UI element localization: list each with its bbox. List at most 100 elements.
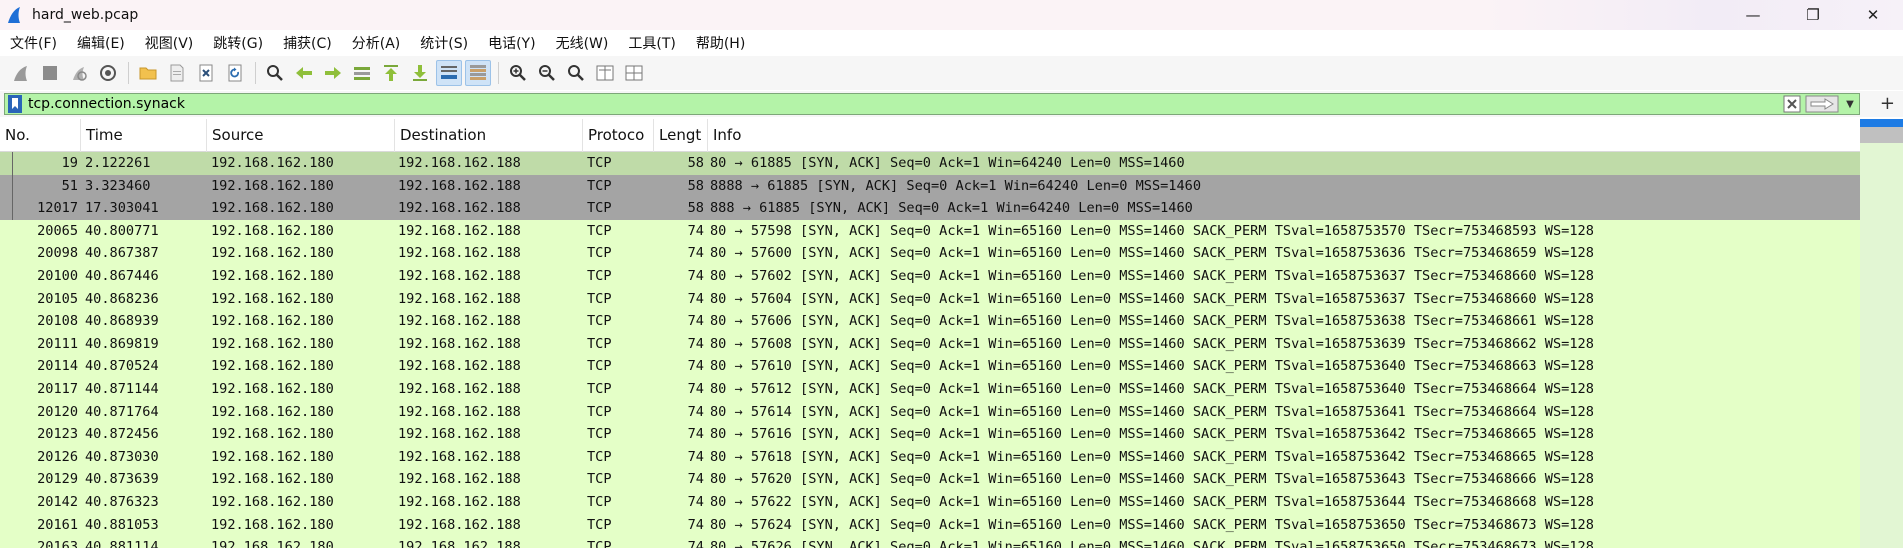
packet-no: 12017 bbox=[37, 200, 78, 217]
column-header-time[interactable]: Time bbox=[81, 119, 207, 152]
layout-button[interactable] bbox=[621, 60, 647, 86]
menu-capture[interactable]: 捕获(C) bbox=[273, 33, 342, 53]
menu-edit[interactable]: 编辑(E) bbox=[67, 33, 135, 53]
packet-info: 80 → 57600 [SYN, ACK] Seq=0 Ack=1 Win=65… bbox=[710, 245, 1594, 262]
reload-file-button[interactable] bbox=[222, 60, 248, 86]
packet-time: 40.868236 bbox=[85, 290, 159, 307]
packet-list-scrollbar[interactable] bbox=[1860, 119, 1903, 548]
packet-time: 40.867446 bbox=[85, 267, 159, 284]
bookmark-icon[interactable] bbox=[8, 95, 22, 113]
packet-row[interactable]: 20163 40.881114 192.168.162.180 192.168.162… bbox=[0, 536, 1860, 548]
apply-filter-arrow-icon[interactable] bbox=[1805, 95, 1839, 113]
resize-columns-button[interactable] bbox=[592, 60, 618, 86]
packet-protocol: TCP bbox=[587, 313, 612, 330]
packet-no: 20129 bbox=[37, 471, 78, 488]
menu-view[interactable]: 视图(V) bbox=[135, 33, 204, 53]
menu-go[interactable]: 跳转(G) bbox=[203, 33, 273, 53]
packet-source: 192.168.162.180 bbox=[211, 471, 334, 488]
column-header-destination[interactable]: Destination bbox=[395, 119, 583, 152]
packet-destination: 192.168.162.188 bbox=[398, 358, 521, 375]
file-icon bbox=[170, 64, 184, 82]
packet-time: 2.122261 bbox=[85, 155, 151, 171]
packet-row[interactable]: 20129 40.873639 192.168.162.180 192.168.162… bbox=[0, 468, 1860, 491]
packet-row[interactable]: 20108 40.868939 192.168.162.180 192.168.162… bbox=[0, 310, 1860, 333]
go-back-icon bbox=[296, 67, 312, 79]
add-filter-button[interactable]: + bbox=[1880, 93, 1895, 115]
display-filter-input[interactable] bbox=[28, 94, 1783, 114]
last-packet-button[interactable] bbox=[407, 60, 433, 86]
packet-row[interactable]: 20161 40.881053 192.168.162.180 192.168.162… bbox=[0, 513, 1860, 537]
packet-source: 192.168.162.180 bbox=[211, 222, 334, 239]
maximize-button[interactable]: ❐ bbox=[1783, 0, 1843, 30]
packet-row[interactable]: 20114 40.870524 192.168.162.180 192.168.162… bbox=[0, 355, 1860, 378]
packet-source: 192.168.162.180 bbox=[211, 358, 334, 375]
stop-capture-button[interactable] bbox=[37, 60, 63, 86]
packet-time: 40.870524 bbox=[85, 358, 159, 375]
menu-help[interactable]: 帮助(H) bbox=[686, 33, 755, 53]
packet-row[interactable]: 20117 40.871144 192.168.162.180 192.168.162… bbox=[0, 377, 1860, 401]
colorize-toggle[interactable] bbox=[465, 60, 491, 86]
zoom-reset-button[interactable] bbox=[563, 60, 589, 86]
packet-protocol: TCP bbox=[587, 539, 612, 548]
go-forward-button[interactable] bbox=[320, 60, 346, 86]
restart-capture-button[interactable] bbox=[66, 60, 92, 86]
column-header-no[interactable]: No. bbox=[0, 119, 81, 152]
packet-destination: 192.168.162.188 bbox=[398, 155, 521, 171]
packet-row[interactable]: 20098 40.867387 192.168.162.180 192.168.162… bbox=[0, 242, 1860, 265]
open-file-button[interactable] bbox=[135, 60, 161, 86]
menu-statistics[interactable]: 统计(S) bbox=[410, 33, 478, 53]
packet-row[interactable]: 20120 40.871764 192.168.162.180 192.168.162… bbox=[0, 400, 1860, 424]
zoom-out-button[interactable] bbox=[534, 60, 560, 86]
packet-time: 40.800771 bbox=[85, 222, 159, 239]
packet-info: 80 → 57622 [SYN, ACK] Seq=0 Ack=1 Win=65… bbox=[710, 493, 1594, 510]
go-to-packet-button[interactable] bbox=[349, 60, 375, 86]
minimize-button[interactable]: — bbox=[1723, 0, 1783, 30]
save-file-button[interactable] bbox=[164, 60, 190, 86]
packet-row[interactable]: 20142 40.876323 192.168.162.180 192.168.162… bbox=[0, 490, 1860, 514]
packet-source: 192.168.162.180 bbox=[211, 380, 334, 397]
capture-options-button[interactable] bbox=[95, 60, 121, 86]
packet-row[interactable]: 20111 40.869819 192.168.162.180 192.168.162… bbox=[0, 332, 1860, 356]
close-window-button[interactable]: ✕ bbox=[1843, 0, 1903, 30]
find-packet-button[interactable] bbox=[262, 60, 288, 86]
packet-source: 192.168.162.180 bbox=[211, 313, 334, 330]
packet-protocol: TCP bbox=[587, 155, 612, 171]
packet-row[interactable]: 12017 17.303041 192.168.162.180 192.168.162… bbox=[0, 197, 1860, 220]
packet-row[interactable]: 20065 40.800771 192.168.162.180 192.168.162… bbox=[0, 219, 1860, 243]
packet-row[interactable]: 51 3.323460 192.168.162.180 192.168.162.188… bbox=[0, 174, 1860, 198]
menu-wireless[interactable]: 无线(W) bbox=[546, 33, 619, 53]
packet-length: 74 bbox=[687, 471, 704, 488]
packet-row[interactable]: 20126 40.873030 192.168.162.180 192.168.162… bbox=[0, 445, 1860, 469]
packet-time: 40.881114 bbox=[85, 539, 159, 548]
packet-source: 192.168.162.180 bbox=[211, 290, 334, 307]
menu-analyze[interactable]: 分析(A) bbox=[342, 33, 411, 53]
start-capture-button[interactable] bbox=[8, 60, 34, 86]
packet-row[interactable]: 19 2.122261 192.168.162.180 192.168.162.188… bbox=[0, 152, 1860, 175]
column-header-protocol[interactable]: Protoco bbox=[583, 119, 654, 152]
packet-list[interactable]: No. Time Source Destination Protoco Leng… bbox=[0, 119, 1903, 548]
close-file-button[interactable] bbox=[193, 60, 219, 86]
packet-protocol: TCP bbox=[587, 267, 612, 284]
packet-protocol: TCP bbox=[587, 290, 612, 307]
packet-info: 80 → 57606 [SYN, ACK] Seq=0 Ack=1 Win=65… bbox=[710, 313, 1594, 330]
clear-filter-icon[interactable] bbox=[1783, 95, 1801, 113]
chevron-down-icon[interactable]: ▼ bbox=[1843, 95, 1857, 113]
autoscroll-toggle[interactable] bbox=[436, 60, 462, 86]
column-header-info[interactable]: Info bbox=[708, 119, 1860, 152]
packet-row[interactable]: 20105 40.868236 192.168.162.180 192.168.162… bbox=[0, 287, 1860, 311]
column-header-source[interactable]: Source bbox=[207, 119, 395, 152]
packet-no: 20114 bbox=[37, 358, 78, 375]
packet-row[interactable]: 20123 40.872456 192.168.162.180 192.168.162… bbox=[0, 423, 1860, 446]
packet-source: 192.168.162.180 bbox=[211, 539, 334, 548]
menu-telephony[interactable]: 电话(Y) bbox=[478, 33, 545, 53]
wireshark-fin-icon bbox=[8, 7, 20, 23]
first-packet-button[interactable] bbox=[378, 60, 404, 86]
packet-time: 40.881053 bbox=[85, 516, 159, 533]
zoom-in-button[interactable] bbox=[505, 60, 531, 86]
packet-length: 74 bbox=[687, 539, 704, 548]
go-back-button[interactable] bbox=[291, 60, 317, 86]
column-header-length[interactable]: Lengt bbox=[654, 119, 708, 152]
menu-tools[interactable]: 工具(T) bbox=[618, 33, 685, 53]
menu-file[interactable]: 文件(F) bbox=[0, 33, 67, 53]
packet-row[interactable]: 20100 40.867446 192.168.162.180 192.168.162… bbox=[0, 264, 1860, 288]
